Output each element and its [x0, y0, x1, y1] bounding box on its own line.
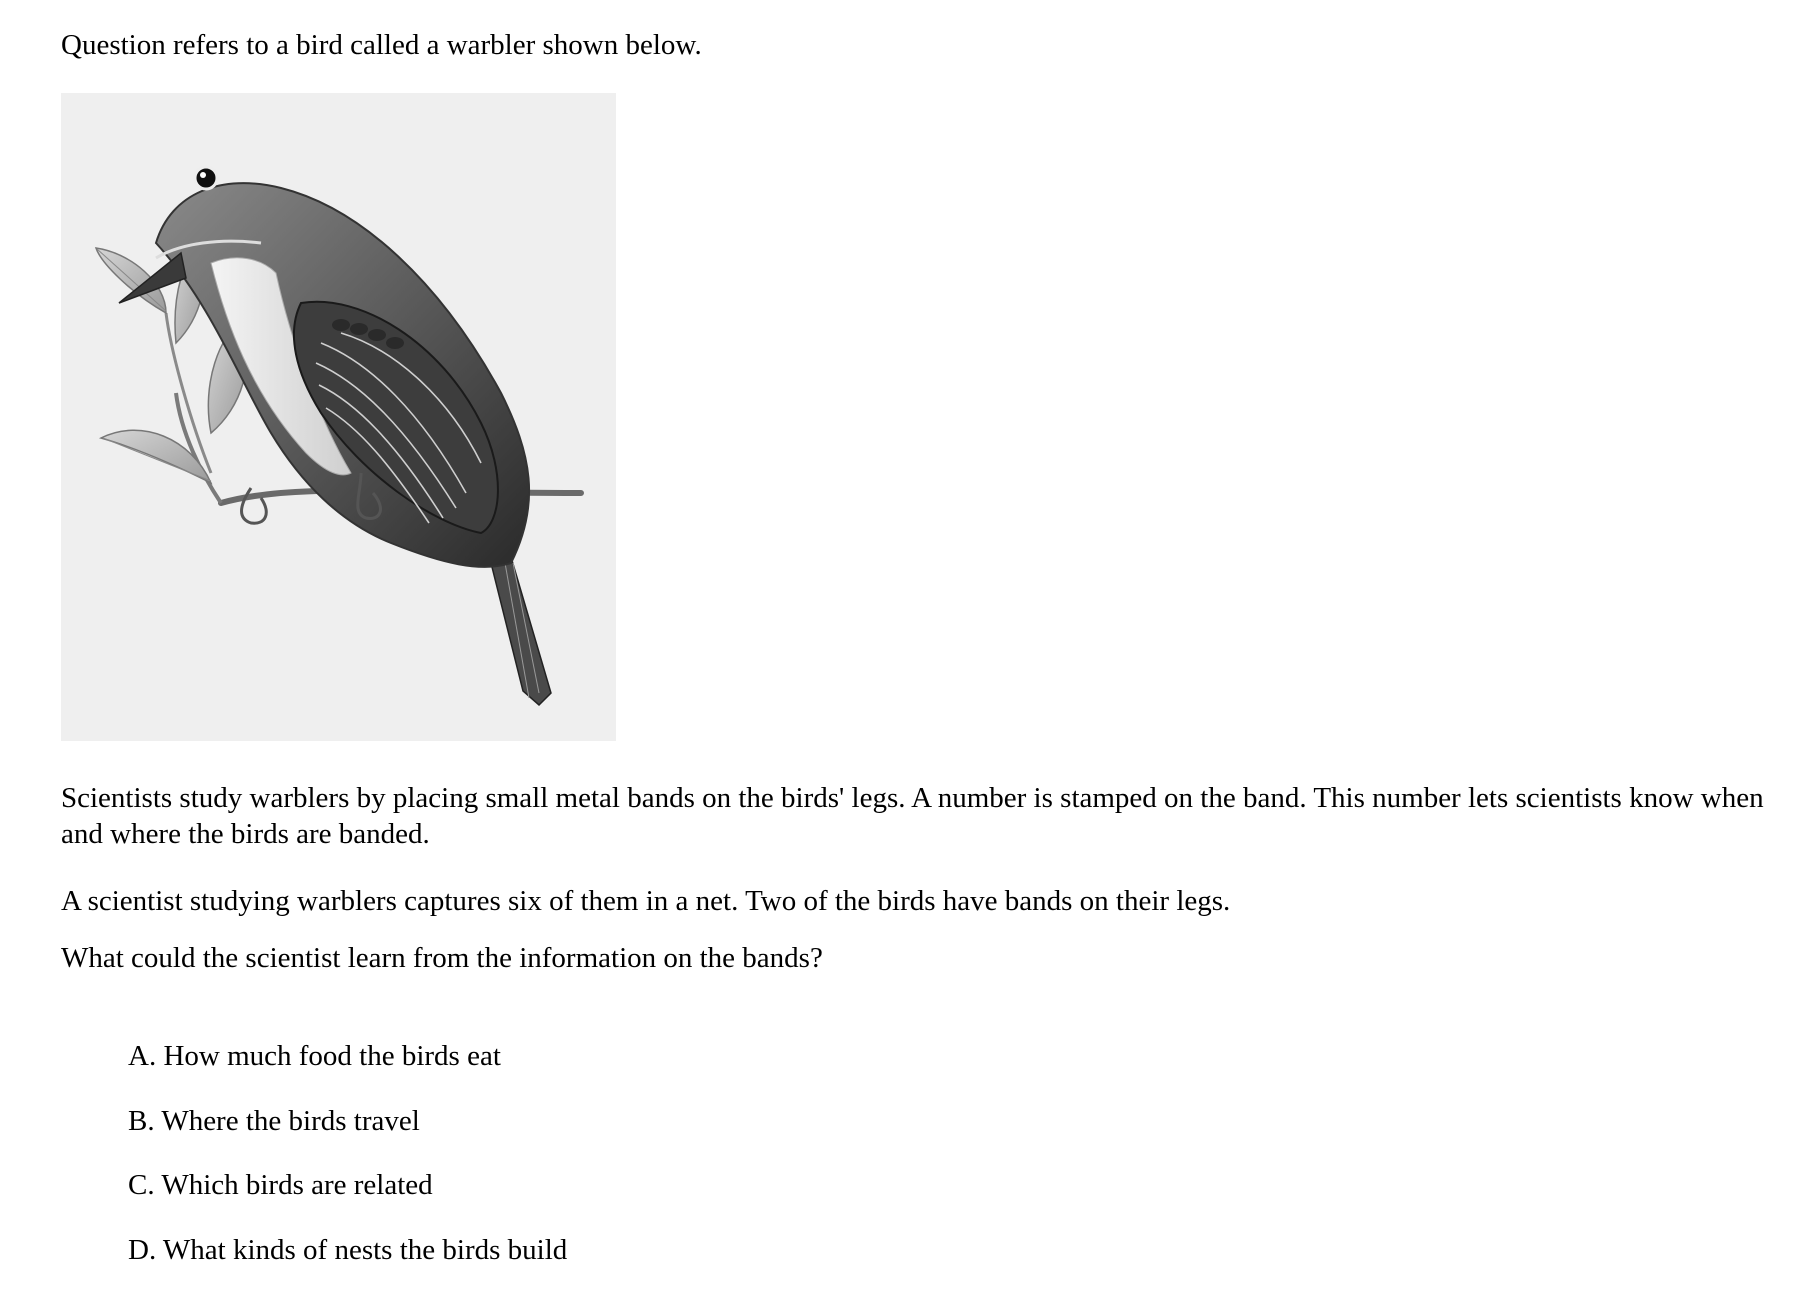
warbler-drawing [61, 93, 616, 741]
option-b[interactable]: B. Where the birds travel [128, 1103, 567, 1168]
intro-text: Question refers to a bird called a warbl… [61, 25, 702, 65]
option-a[interactable]: A. How much food the birds eat [128, 1038, 567, 1103]
question-text: What could the scientist learn from the … [61, 940, 823, 976]
option-d[interactable]: D. What kinds of nests the birds build [128, 1232, 567, 1296]
warbler-illustration [61, 93, 616, 741]
option-c[interactable]: C. Which birds are related [128, 1167, 567, 1232]
passage-paragraph-1: Scientists study warblers by placing sma… [61, 780, 1781, 852]
passage-paragraph-2: A scientist studying warblers captures s… [61, 883, 1230, 919]
answer-options: A. How much food the birds eat B. Where … [128, 1038, 567, 1296]
